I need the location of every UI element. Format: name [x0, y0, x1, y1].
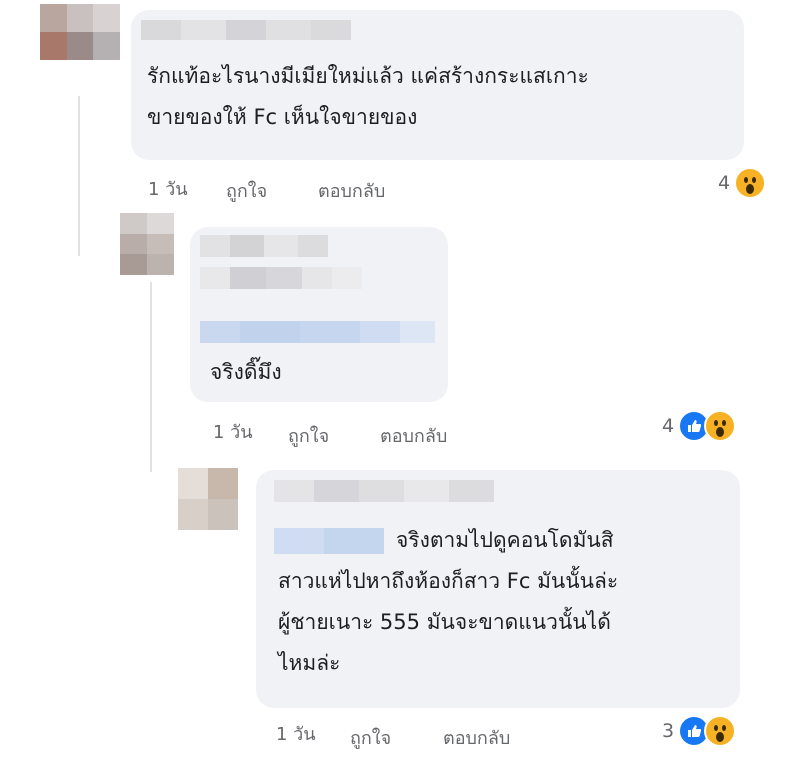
comment-text: จริงตามไปดูคอนโดมันสิ สาวแห่ไปหาถึงห้องก…: [278, 528, 619, 675]
comment-bubble: จริงตามไปดูคอนโดมันสิ สาวแห่ไปหาถึงห้องก…: [256, 470, 740, 708]
wow-icon: [734, 167, 767, 199]
comment-bubble: จริงดิ๊มึง: [190, 227, 448, 402]
thread-line: [150, 282, 152, 472]
commenter-name-blurred[interactable]: [141, 20, 351, 40]
commenter-name-blurred: [200, 321, 435, 343]
comment-text: จริงดิ๊มึง: [210, 360, 282, 384]
like-link[interactable]: ถูกใจ: [288, 421, 329, 450]
comment-time[interactable]: 1 วัน: [276, 719, 316, 748]
comment-time[interactable]: 1 วัน: [148, 174, 188, 203]
reply-link[interactable]: ตอบกลับ: [318, 176, 385, 205]
reaction-count: 4: [718, 172, 731, 194]
wow-icon: [704, 410, 737, 442]
reaction-summary[interactable]: 3: [662, 715, 737, 747]
avatar[interactable]: [40, 4, 120, 60]
wow-icon: [704, 715, 737, 747]
comment-meta: 1 วัน ถูกใจ ตอบกลับ: [213, 415, 513, 447]
comment-bubble: รักแท้อะไรนางมีเมียใหม่แล้ว แค่สร้างกระแ…: [131, 10, 744, 160]
reply-link[interactable]: ตอบกลับ: [443, 723, 510, 752]
like-link[interactable]: ถูกใจ: [350, 723, 391, 752]
reply-link[interactable]: ตอบกลับ: [380, 421, 447, 450]
reaction-count: 3: [662, 720, 675, 742]
commenter-name-blurred: [200, 267, 410, 289]
comment-meta: 1 วัน ถูกใจ ตอบกลับ: [276, 717, 576, 749]
comment-meta: 1 วัน ถูกใจ ตอบกลับ: [148, 170, 448, 203]
reaction-count: 4: [662, 415, 675, 437]
avatar[interactable]: [120, 213, 174, 275]
avatar[interactable]: [178, 468, 238, 530]
thread-line: [78, 96, 80, 256]
reaction-summary[interactable]: 4: [662, 410, 737, 442]
commenter-name-blurred[interactable]: [200, 235, 380, 257]
comment-text: รักแท้อะไรนางมีเมียใหม่แล้ว แค่สร้างกระแ…: [147, 64, 589, 129]
reaction-summary[interactable]: 4: [718, 167, 767, 199]
commenter-name-blurred[interactable]: [274, 480, 494, 502]
comment-time[interactable]: 1 วัน: [213, 417, 253, 446]
like-link[interactable]: ถูกใจ: [226, 176, 267, 205]
